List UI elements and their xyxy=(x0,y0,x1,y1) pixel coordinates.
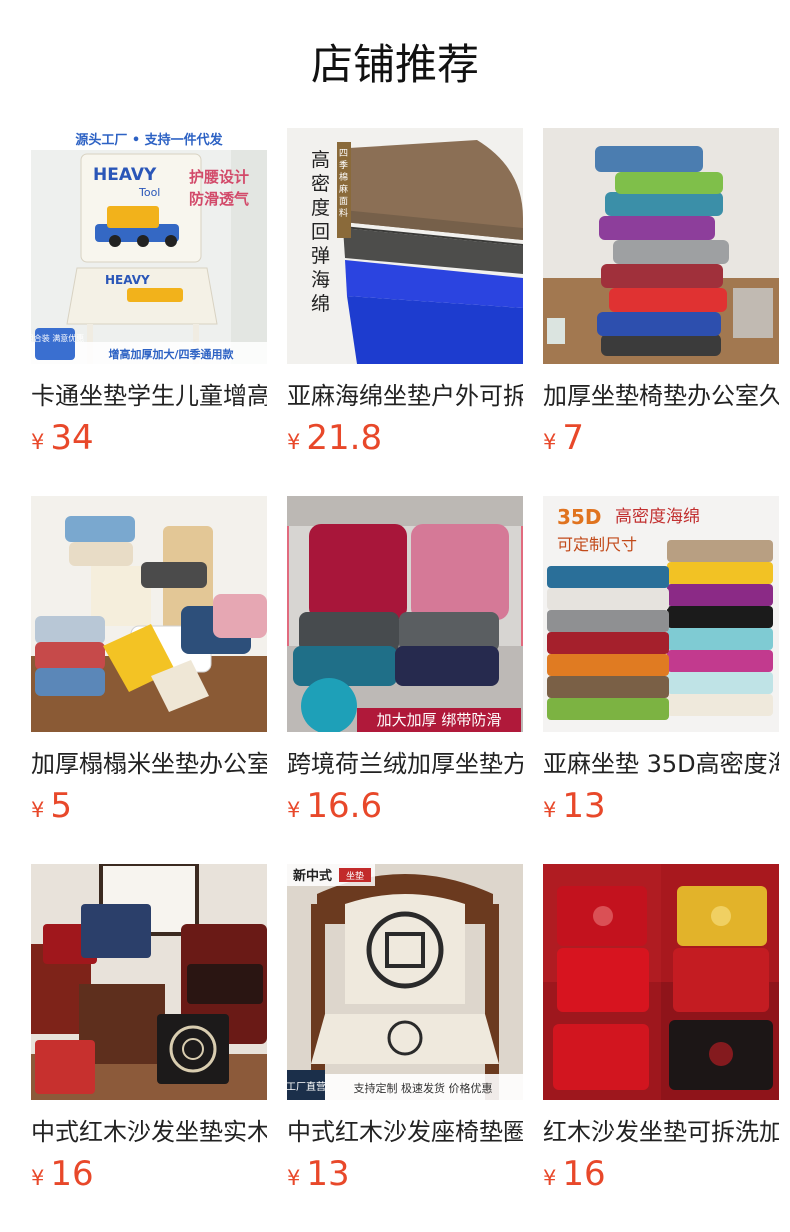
product-price: ¥16 xyxy=(31,1154,94,1194)
product-card[interactable]: 高 密 度 回 弹 海 绵 四 季 棉 麻 面 料 亚麻海绵坐垫户外可拆洗 ¥2… xyxy=(287,128,523,458)
image-vertical-char: 度 xyxy=(311,197,330,219)
image-side-tag-char: 麻 xyxy=(339,183,348,195)
image-side-tag-char: 料 xyxy=(339,207,348,219)
price-amount: 21.8 xyxy=(306,418,383,458)
currency-symbol: ¥ xyxy=(287,798,301,822)
product-price: ¥13 xyxy=(543,786,606,826)
image-bottom-banner: 增高加厚加大/四季通用款 xyxy=(108,347,234,361)
product-image[interactable]: 35D 高密度海绵 可定制尺寸 xyxy=(543,496,779,732)
page-title: 店铺推荐 xyxy=(310,40,479,89)
image-side-tag-char: 棉 xyxy=(339,171,348,183)
product-price: ¥16.6 xyxy=(287,786,382,826)
product-card[interactable]: 新中式 坐垫 工厂直营 支持定制 极速发货 价格优惠 中式红木沙发座椅垫圈椅 ¥… xyxy=(287,864,523,1194)
product-card[interactable]: 加厚坐垫椅垫办公室久坐 ¥7 xyxy=(543,128,779,458)
product-name[interactable]: 中式红木沙发座椅垫圈椅 xyxy=(287,1114,523,1150)
image-vertical-char: 密 xyxy=(311,173,330,195)
product-name[interactable]: 加厚榻榻米坐垫办公室椅 xyxy=(31,746,267,782)
image-tagline-1: 护腰设计 xyxy=(189,168,249,186)
image-top-banner: 源头工厂 • 支持一件代发 xyxy=(75,132,223,148)
currency-symbol: ¥ xyxy=(543,430,557,454)
product-card[interactable]: 中式红木沙发坐垫实木椅 ¥16 xyxy=(31,864,267,1194)
image-brand: HEAVY xyxy=(93,165,157,185)
product-image[interactable]: 源头工厂 • 支持一件代发 HEAVY Tool 护腰设计 防滑透气 HEAVY… xyxy=(31,128,267,364)
product-image[interactable] xyxy=(31,864,267,1100)
product-name[interactable]: 亚麻坐垫 35D高密度海绵 xyxy=(543,746,779,782)
product-name[interactable]: 卡通坐垫学生儿童增高垫 xyxy=(31,378,267,414)
product-price: ¥21.8 xyxy=(287,418,382,458)
price-amount: 16 xyxy=(50,1154,94,1194)
svg-text:HEAVY: HEAVY xyxy=(105,273,150,287)
currency-symbol: ¥ xyxy=(287,1166,301,1190)
product-card[interactable]: 源头工厂 • 支持一件代发 HEAVY Tool 护腰设计 防滑透气 HEAVY… xyxy=(31,128,267,458)
price-amount: 16 xyxy=(562,1154,606,1194)
image-top-tag-2: 坐垫 xyxy=(346,870,364,882)
image-vertical-char: 回 xyxy=(311,221,330,243)
image-side-tag-char: 面 xyxy=(339,196,348,207)
image-bottom-tag: 工厂直营 xyxy=(287,1080,326,1093)
product-price: ¥16 xyxy=(543,1154,606,1194)
image-bottom-line: 支持定制 极速发货 价格优惠 xyxy=(354,1081,493,1095)
image-subline: 可定制尺寸 xyxy=(557,535,637,554)
currency-symbol: ¥ xyxy=(31,798,45,822)
currency-symbol: ¥ xyxy=(31,430,45,454)
currency-symbol: ¥ xyxy=(31,1166,45,1190)
product-price: ¥5 xyxy=(31,786,72,826)
image-badge: 组合装 满意优惠 xyxy=(31,333,84,343)
product-price: ¥7 xyxy=(543,418,584,458)
image-side-tag-char: 季 xyxy=(339,159,348,171)
product-price: ¥13 xyxy=(287,1154,350,1194)
product-card[interactable]: 加大加厚 绑带防滑 跨境荷兰绒加厚坐垫方形 ¥16.6 xyxy=(287,496,523,826)
price-amount: 13 xyxy=(306,1154,350,1194)
image-top-tag: 新中式 xyxy=(293,868,332,884)
image-headline: 高密度海绵 xyxy=(615,507,700,527)
product-card[interactable]: 红木沙发坐垫可拆洗加厚 ¥16 xyxy=(543,864,779,1194)
product-card[interactable]: 35D 高密度海绵 可定制尺寸 亚麻坐垫 35D高密度海绵 xyxy=(543,496,779,826)
product-name[interactable]: 加厚坐垫椅垫办公室久坐 xyxy=(543,378,779,414)
price-amount: 5 xyxy=(50,786,73,826)
image-caption: 加大加厚 绑带防滑 xyxy=(377,711,502,729)
image-vertical-char: 弹 xyxy=(311,245,330,267)
currency-symbol: ¥ xyxy=(287,430,301,454)
price-amount: 34 xyxy=(50,418,94,458)
product-image[interactable] xyxy=(31,496,267,732)
image-brand-sub: Tool xyxy=(138,186,160,199)
product-price: ¥34 xyxy=(31,418,94,458)
product-name[interactable]: 跨境荷兰绒加厚坐垫方形 xyxy=(287,746,523,782)
product-name[interactable]: 亚麻海绵坐垫户外可拆洗 xyxy=(287,378,523,414)
image-headline-num: 35D xyxy=(557,505,601,529)
currency-symbol: ¥ xyxy=(543,798,557,822)
product-card[interactable]: 加厚榻榻米坐垫办公室椅 ¥5 xyxy=(31,496,267,826)
price-amount: 16.6 xyxy=(306,786,383,826)
image-vertical-char: 海 xyxy=(311,269,330,291)
product-name[interactable]: 中式红木沙发坐垫实木椅 xyxy=(31,1114,267,1150)
price-amount: 13 xyxy=(562,786,606,826)
image-vertical-text: 高 xyxy=(311,149,330,171)
image-vertical-char: 绵 xyxy=(311,293,330,315)
product-name[interactable]: 红木沙发坐垫可拆洗加厚 xyxy=(543,1114,779,1150)
product-image[interactable]: 新中式 坐垫 工厂直营 支持定制 极速发货 价格优惠 xyxy=(287,864,523,1100)
product-image[interactable]: 高 密 度 回 弹 海 绵 四 季 棉 麻 面 料 xyxy=(287,128,523,364)
image-side-tag: 四 xyxy=(339,149,348,159)
image-tagline-2: 防滑透气 xyxy=(189,190,249,208)
product-image[interactable]: 加大加厚 绑带防滑 xyxy=(287,496,523,732)
currency-symbol: ¥ xyxy=(543,1166,557,1190)
product-image[interactable] xyxy=(543,128,779,364)
price-amount: 7 xyxy=(562,418,585,458)
product-image[interactable] xyxy=(543,864,779,1100)
